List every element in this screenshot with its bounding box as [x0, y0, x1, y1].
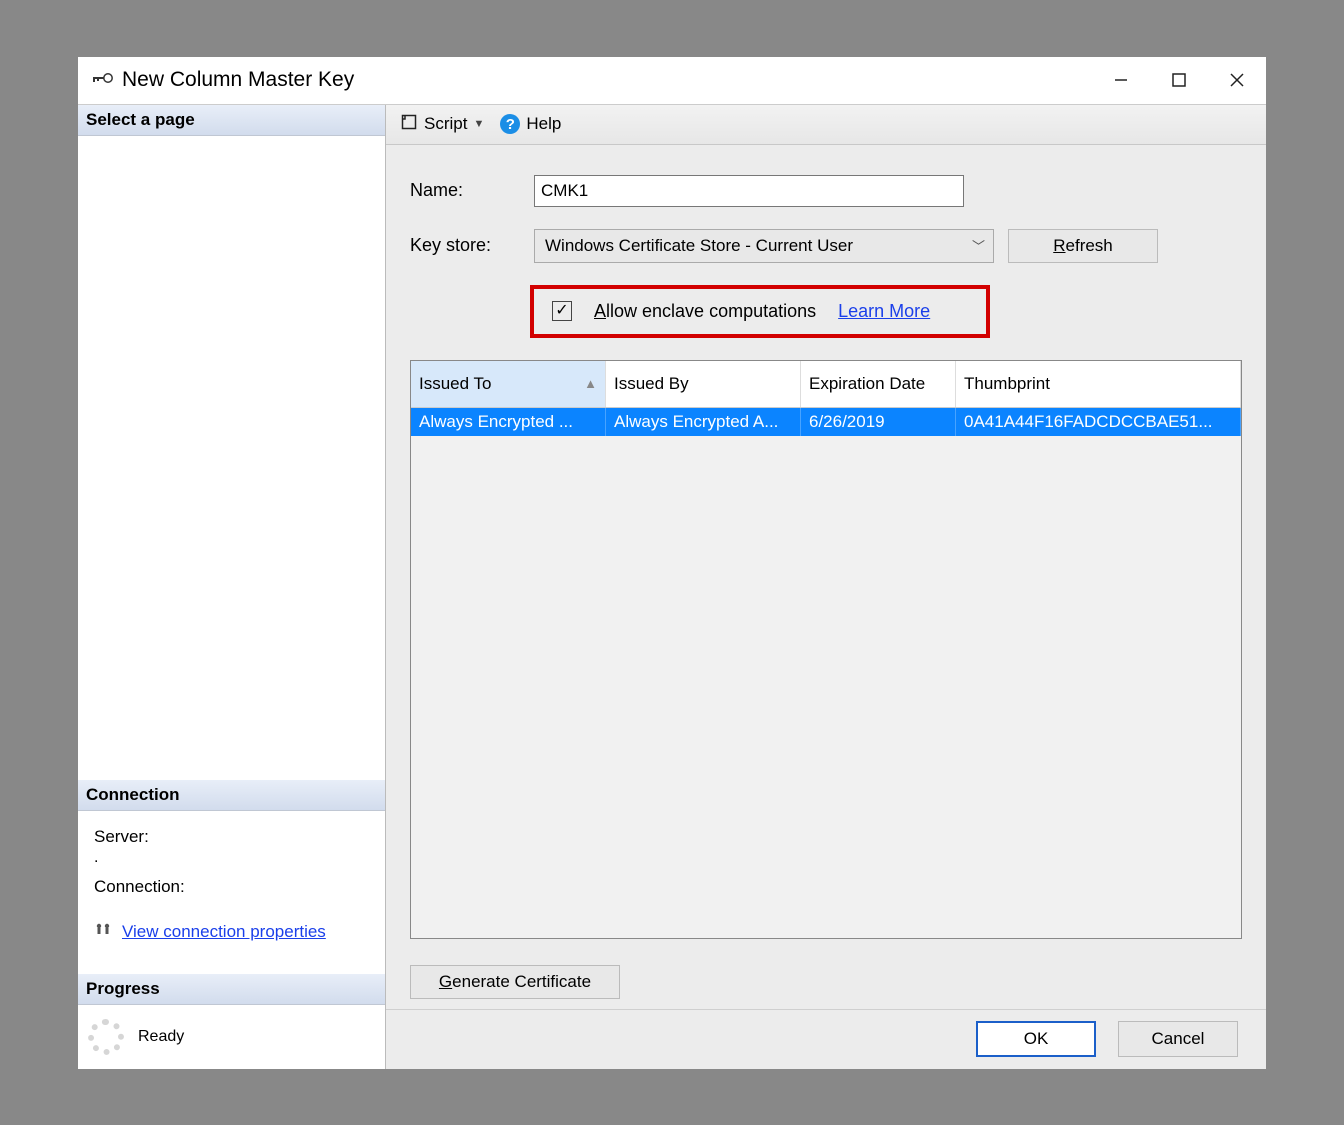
grid-row[interactable]: Always Encrypted ... Always Encrypted A.… — [411, 408, 1241, 436]
allow-enclave-checkbox[interactable]: ✓ — [552, 301, 572, 321]
toolbar: Script ▼ ? Help — [386, 105, 1266, 145]
window-controls — [1092, 57, 1266, 104]
script-icon — [400, 113, 418, 136]
keystore-label: Key store: — [410, 235, 520, 256]
col-thumbprint[interactable]: Thumbprint — [956, 361, 1241, 407]
server-label: Server: — [94, 827, 369, 847]
form-area: Name: Key store: Windows Certificate Sto… — [386, 145, 1266, 1009]
ok-button[interactable]: OK — [976, 1021, 1096, 1057]
progress-header: Progress — [78, 974, 385, 1005]
titlebar: New Column Master Key — [78, 57, 1266, 105]
cell-expiration: 6/26/2019 — [801, 408, 956, 436]
connection-icon — [94, 921, 114, 944]
main-panel: Script ▼ ? Help Name: Key store: Windows… — [386, 105, 1266, 1069]
learn-more-link[interactable]: Learn More — [838, 301, 930, 322]
col-issued-by[interactable]: Issued By — [606, 361, 801, 407]
generate-certificate-row: Generate Certificate — [410, 965, 1242, 999]
maximize-button[interactable] — [1150, 57, 1208, 104]
grid-header-row: Issued To ▲ Issued By Expiration Date Th… — [411, 361, 1241, 408]
progress-body: Ready — [78, 1005, 385, 1069]
select-page-header: Select a page — [78, 105, 385, 136]
content-area: Select a page Connection Server: . Conne… — [78, 105, 1266, 1069]
minimize-button[interactable] — [1092, 57, 1150, 104]
cell-issued-by: Always Encrypted A... — [606, 408, 801, 436]
keystore-value: Windows Certificate Store - Current User — [545, 236, 853, 256]
name-row: Name: — [410, 175, 1242, 207]
sort-asc-icon: ▲ — [584, 376, 597, 391]
progress-spinner-icon — [88, 1019, 124, 1055]
select-page-body — [78, 136, 385, 780]
name-label: Name: — [410, 180, 520, 201]
col-issued-to-label: Issued To — [419, 374, 491, 394]
allow-enclave-label: Allow enclave computations — [594, 301, 816, 322]
chevron-down-icon: ﹀ — [972, 236, 985, 255]
enclave-highlight-box: ✓ Allow enclave computations Learn More — [530, 285, 990, 338]
chevron-down-icon: ▼ — [473, 118, 484, 130]
connection-body: Server: . Connection: View connection pr… — [78, 811, 385, 974]
view-connection-row: View connection properties — [94, 921, 369, 944]
help-icon: ? — [500, 114, 520, 134]
script-button[interactable]: Script ▼ — [396, 111, 488, 138]
view-connection-properties-link[interactable]: View connection properties — [122, 922, 326, 942]
dialog-window: New Column Master Key Select a page Conn… — [77, 56, 1267, 1070]
dialog-footer: OK Cancel — [386, 1009, 1266, 1069]
help-button[interactable]: ? Help — [496, 112, 565, 136]
connection-header: Connection — [78, 780, 385, 811]
window-title: New Column Master Key — [122, 68, 1092, 92]
certificates-grid[interactable]: Issued To ▲ Issued By Expiration Date Th… — [410, 360, 1242, 939]
keystore-select[interactable]: Windows Certificate Store - Current User… — [534, 229, 994, 263]
name-input[interactable] — [534, 175, 964, 207]
generate-certificate-button[interactable]: Generate Certificate — [410, 965, 620, 999]
keystore-row: Key store: Windows Certificate Store - C… — [410, 229, 1242, 263]
sidebar: Select a page Connection Server: . Conne… — [78, 105, 386, 1069]
col-issued-to[interactable]: Issued To ▲ — [411, 361, 606, 407]
refresh-button[interactable]: Refresh — [1008, 229, 1158, 263]
col-expiration[interactable]: Expiration Date — [801, 361, 956, 407]
close-button[interactable] — [1208, 57, 1266, 104]
script-label: Script — [424, 114, 467, 134]
key-icon — [92, 69, 114, 92]
progress-status: Ready — [138, 1028, 184, 1046]
connection-label: Connection: — [94, 877, 369, 897]
help-label: Help — [526, 114, 561, 134]
cell-thumbprint: 0A41A44F16FADCDCCBAE51... — [956, 408, 1241, 436]
server-value: . — [94, 849, 369, 867]
cancel-button[interactable]: Cancel — [1118, 1021, 1238, 1057]
cell-issued-to: Always Encrypted ... — [411, 408, 606, 436]
